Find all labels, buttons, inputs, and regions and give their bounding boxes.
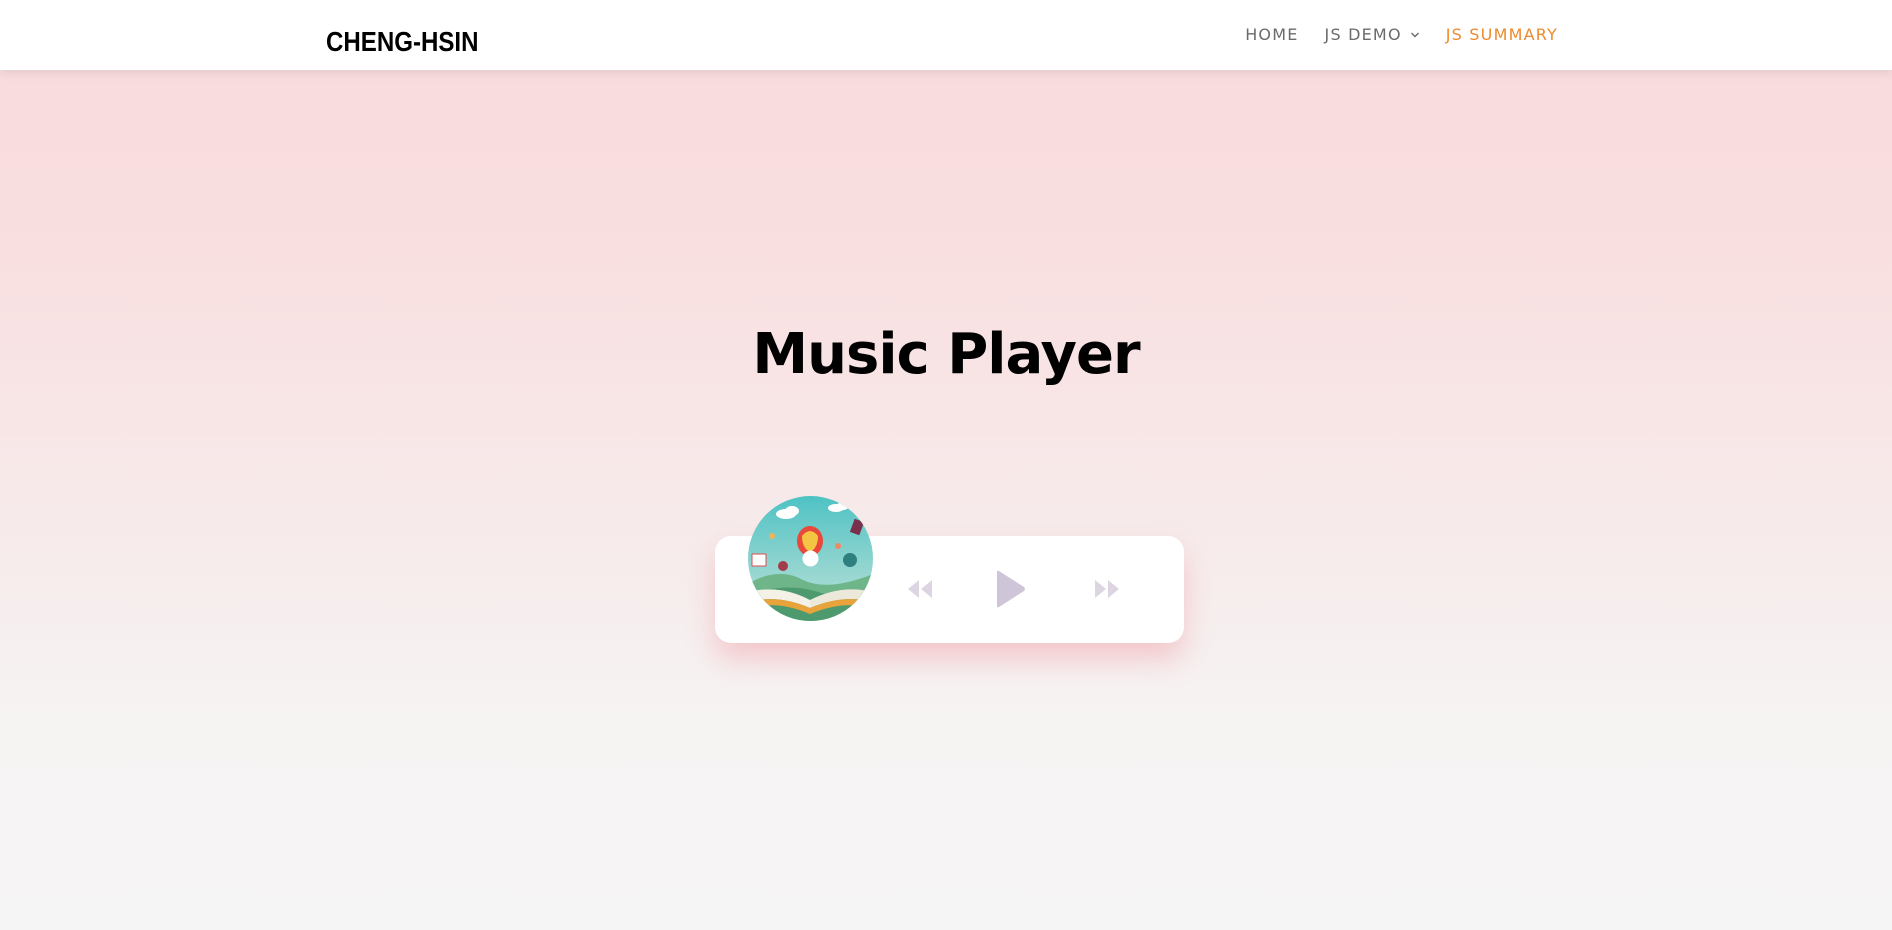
nav-home-label: HOME [1245, 25, 1299, 44]
fast-forward-icon[interactable] [1092, 578, 1122, 600]
nav-js-summary-label: JS SUMMARY [1445, 25, 1558, 44]
play-icon[interactable] [993, 569, 1027, 609]
nav-home[interactable]: HOME [1245, 25, 1298, 44]
site-brand[interactable]: CHENG-HSIN [326, 26, 479, 58]
nav-js-demo-label: JS DEMO [1324, 25, 1402, 44]
main-nav: HOME JS DEMO JS SUMMARY [1245, 25, 1558, 44]
nav-js-demo[interactable]: JS DEMO [1325, 25, 1420, 44]
chevron-down-icon [1410, 32, 1419, 37]
nav-js-summary[interactable]: JS SUMMARY [1446, 25, 1558, 44]
top-navbar: CHENG-HSIN HOME JS DEMO JS SUMMARY [0, 0, 1892, 70]
album-cover-image [748, 496, 873, 621]
rewind-icon[interactable] [905, 578, 935, 600]
page-title: Music Player [752, 322, 1140, 387]
